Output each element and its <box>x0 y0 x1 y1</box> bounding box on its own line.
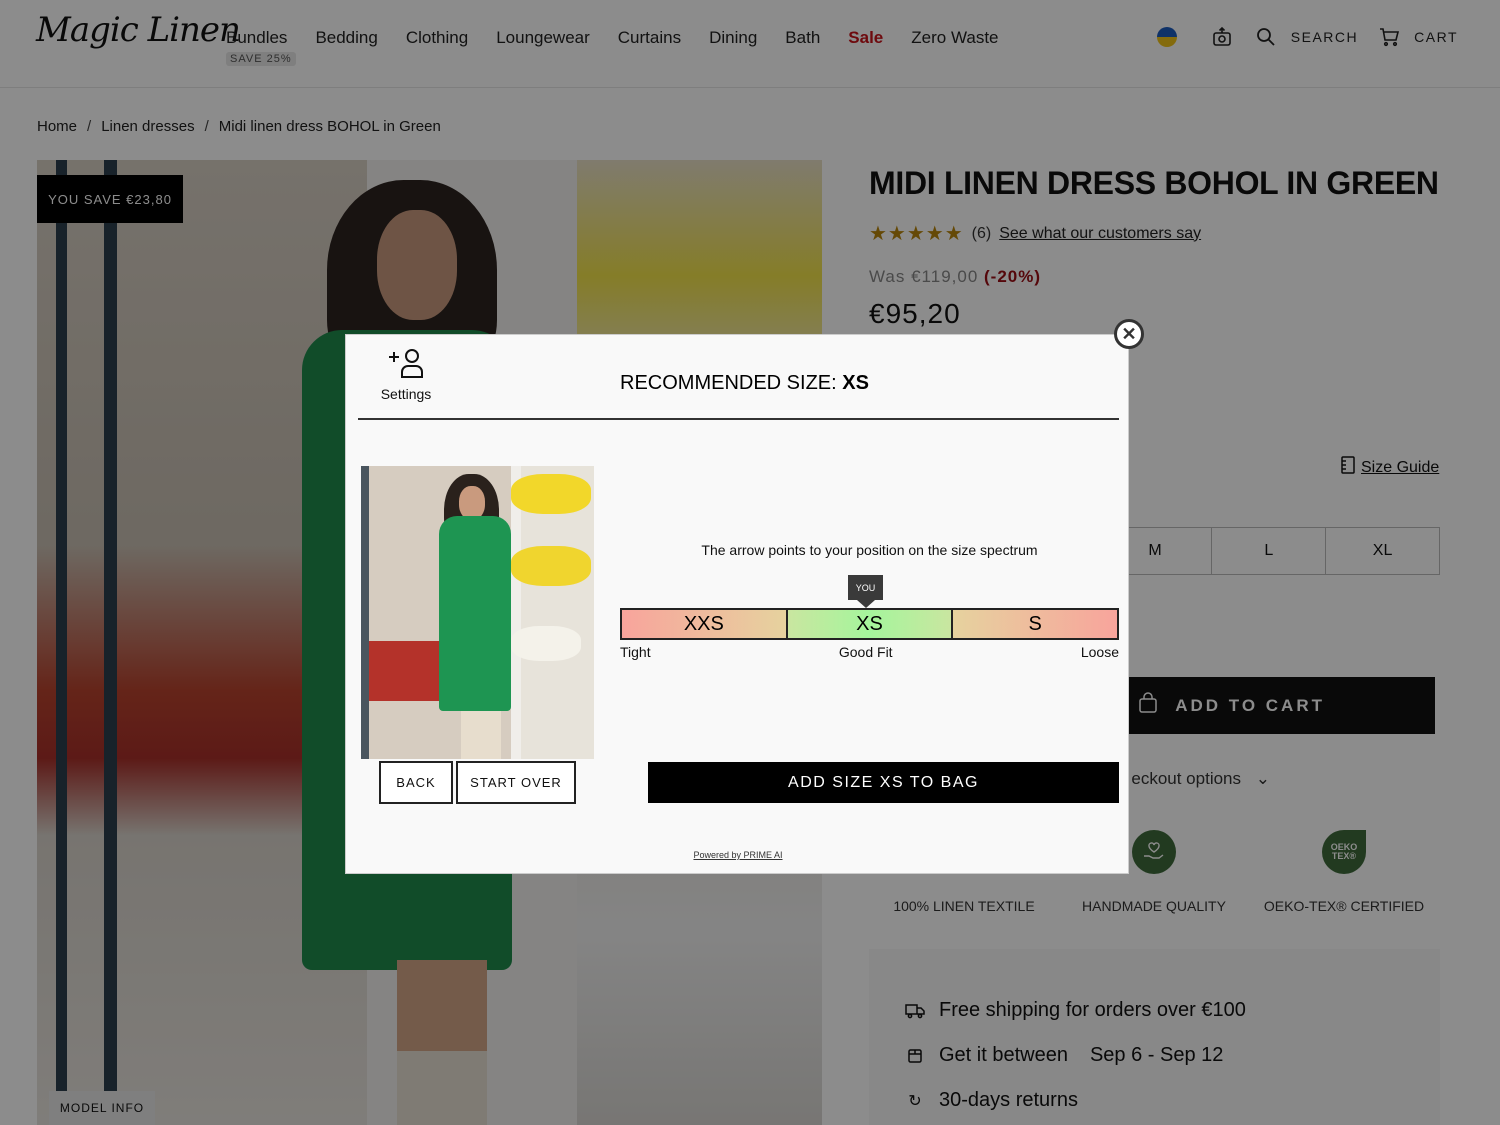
add-to-bag-button[interactable]: ADD SIZE XS TO BAG <box>648 762 1119 803</box>
label-loose: Loose <box>1080 644 1119 660</box>
recommended-size-prefix: RECOMMENDED SIZE: <box>620 372 837 394</box>
size-spectrum: XXS XS S <box>620 608 1119 640</box>
recommended-size-value: XS <box>842 372 869 394</box>
label-good-fit: Good Fit <box>838 644 893 660</box>
settings-label: Settings <box>380 386 432 402</box>
recommended-size-title: RECOMMENDED SIZE: XS <box>620 372 869 395</box>
powered-by-link[interactable]: Powered by PRIME AI <box>346 850 1130 860</box>
close-icon[interactable]: ✕ <box>1114 319 1144 349</box>
spectrum-caption: The arrow points to your position on the… <box>701 542 1038 558</box>
photo-detail <box>459 486 485 520</box>
photo-detail <box>511 474 591 514</box>
spectrum-segment-xxs: XXS <box>622 610 786 638</box>
photo-detail <box>439 516 511 711</box>
size-recommendation-modal: Settings RECOMMENDED SIZE: XS The arrow … <box>345 334 1129 874</box>
modal-divider <box>358 418 1119 420</box>
add-user-icon <box>386 347 426 384</box>
photo-detail <box>461 711 501 759</box>
settings-button[interactable]: Settings <box>378 347 434 402</box>
back-button[interactable]: BACK <box>379 761 453 804</box>
spectrum-segment-s: S <box>951 610 1118 638</box>
start-over-button[interactable]: START OVER <box>456 761 576 804</box>
photo-detail <box>511 626 581 661</box>
photo-detail <box>511 546 591 586</box>
label-tight: Tight <box>620 644 651 660</box>
you-marker: YOU <box>848 575 883 608</box>
photo-detail <box>369 641 439 701</box>
spectrum-labels: Tight Good Fit Loose <box>620 644 1119 660</box>
modal-product-photo <box>361 466 594 759</box>
spectrum-segment-xs: XS <box>785 610 952 638</box>
